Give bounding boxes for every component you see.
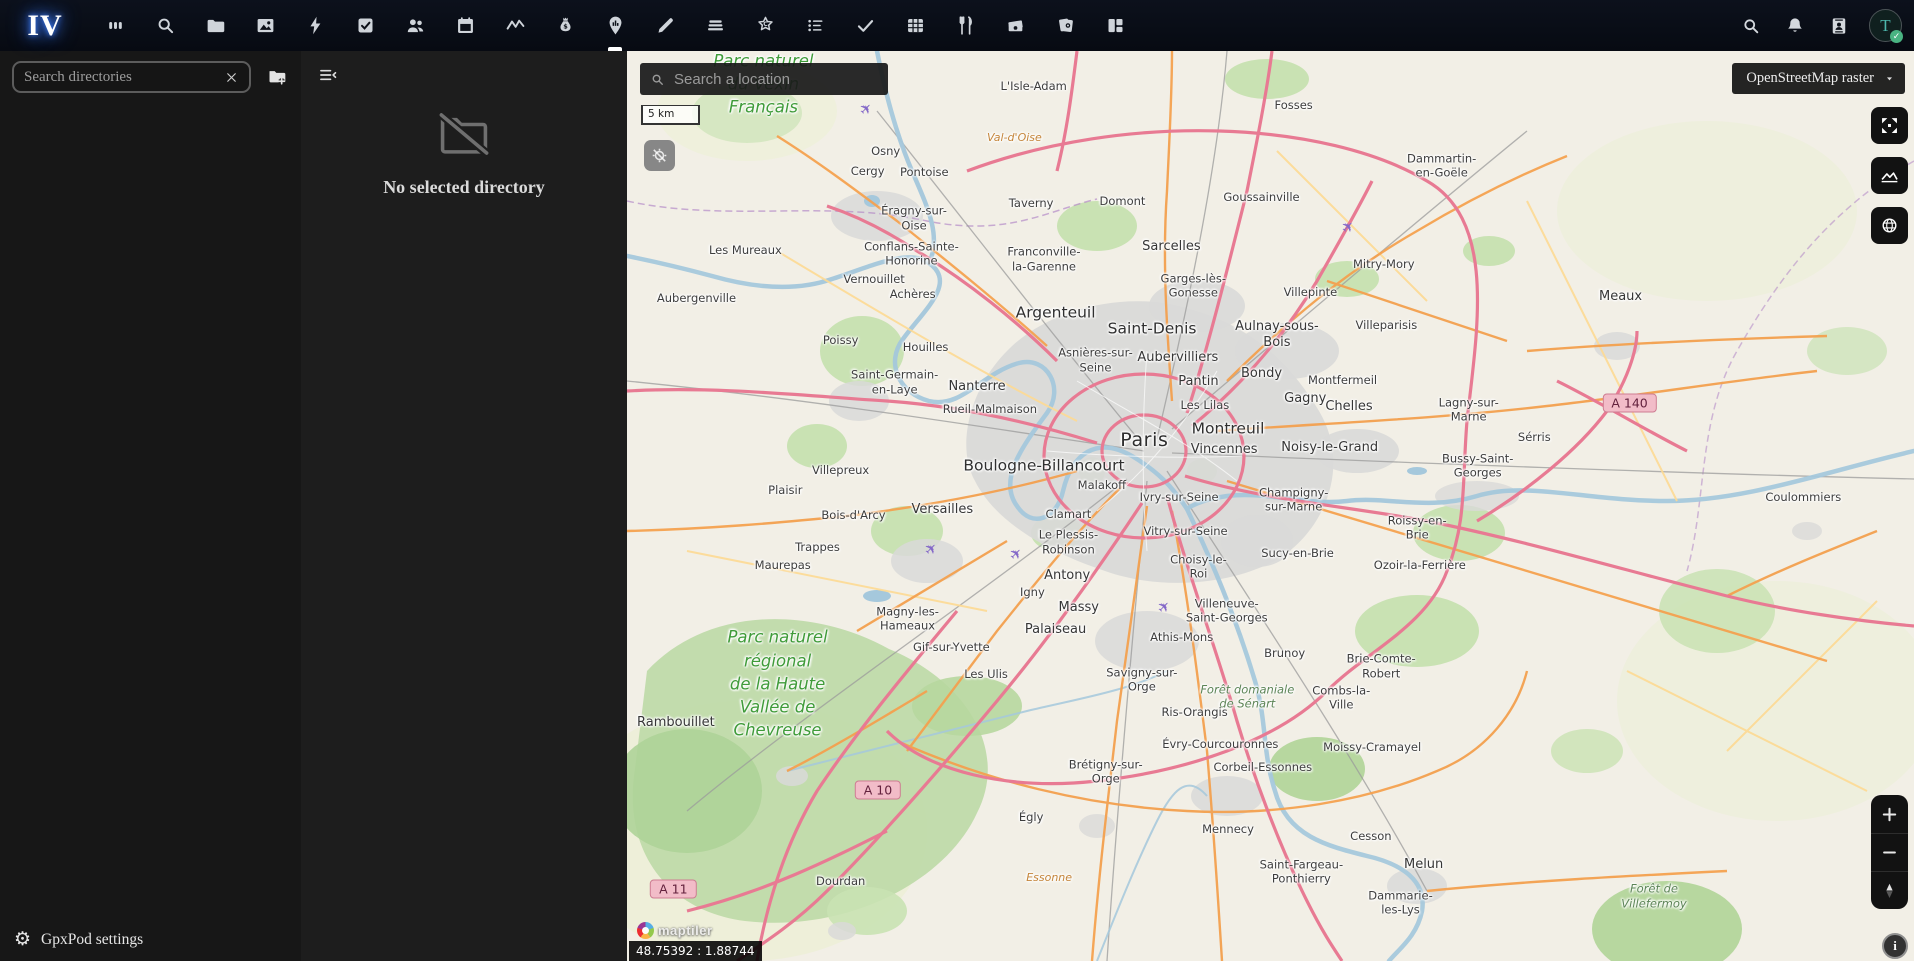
- active-app-indicator: [658, 47, 672, 51]
- active-app-indicator: [1058, 47, 1072, 51]
- active-app-indicator: [158, 47, 172, 51]
- app-memories-icon[interactable]: [1040, 0, 1090, 51]
- app-dashboard-icon[interactable]: [90, 0, 140, 51]
- active-app-indicator: [608, 47, 622, 51]
- app-photos-icon[interactable]: [240, 0, 290, 51]
- app-cookbook-icon[interactable]: [940, 0, 990, 51]
- active-app-indicator: [858, 47, 872, 51]
- app-tasks-icon[interactable]: [340, 0, 390, 51]
- add-directory-icon[interactable]: [261, 61, 293, 93]
- topbar-right: T ✓: [1729, 0, 1914, 51]
- active-app-indicator: [208, 47, 222, 51]
- collapse-sidebar-icon[interactable]: [315, 63, 341, 89]
- app-deck-icon[interactable]: [690, 0, 740, 51]
- zoom-out-icon[interactable]: [1871, 833, 1908, 871]
- gpxpod-settings-button[interactable]: ⚙ GpxPod settings: [0, 918, 301, 961]
- gear-icon: ⚙: [14, 930, 31, 949]
- map-tiles: [627, 51, 1914, 961]
- active-app-indicator: [458, 47, 472, 51]
- map-location-search: [640, 63, 888, 95]
- active-app-indicator: [358, 47, 372, 51]
- location-search-input[interactable]: [674, 71, 878, 88]
- active-app-indicator: [408, 47, 422, 51]
- active-app-indicator: [958, 47, 972, 51]
- app-files-icon[interactable]: [190, 0, 240, 51]
- no-directory-icon: [435, 109, 493, 159]
- globe-3d-icon[interactable]: [1871, 207, 1908, 244]
- online-status-badge: ✓: [1890, 30, 1903, 43]
- empty-state: No selected directory: [301, 109, 627, 198]
- app-logo[interactable]: IV: [0, 9, 90, 43]
- map-area[interactable]: Parc naturel du Vexin FrançaisVal-d'Oise…: [627, 51, 1914, 961]
- directory-search-input[interactable]: [24, 69, 221, 86]
- app-search-icon[interactable]: [140, 0, 190, 51]
- layer-selected-label: OpenStreetMap raster: [1746, 70, 1874, 87]
- directory-panel: No selected directory: [301, 51, 627, 961]
- topbar: IV T ✓: [0, 0, 1914, 51]
- user-avatar[interactable]: T ✓: [1869, 9, 1902, 42]
- app-money-icon[interactable]: [990, 0, 1040, 51]
- zoom-in-icon[interactable]: [1871, 795, 1908, 833]
- app-check-icon[interactable]: [840, 0, 890, 51]
- active-app-indicator: [808, 47, 822, 51]
- app-analytics-icon[interactable]: [490, 0, 540, 51]
- app-calendar-icon[interactable]: [440, 0, 490, 51]
- zoom-controls: [1871, 795, 1908, 909]
- fullscreen-icon[interactable]: [1871, 107, 1908, 144]
- active-app-indicator: [558, 47, 572, 51]
- app-menu: [90, 0, 1140, 51]
- search-icon: [650, 72, 665, 87]
- active-app-indicator: [308, 47, 322, 51]
- active-app-indicator: [258, 47, 272, 51]
- active-app-indicator: [1008, 47, 1022, 51]
- app-activity-icon[interactable]: [290, 0, 340, 51]
- empty-state-title: No selected directory: [383, 177, 545, 198]
- app-window: IV T ✓ ⚙ GpxPod setting: [0, 0, 1914, 961]
- contacts-menu-icon[interactable]: [1817, 0, 1861, 51]
- active-app-indicator: [108, 47, 122, 51]
- maptiler-logo-icon: [637, 922, 654, 939]
- locate-me-icon[interactable]: [644, 140, 675, 171]
- sidebar: ⚙ GpxPod settings: [0, 51, 301, 961]
- chevron-down-icon: [1884, 73, 1895, 84]
- app-notes-icon[interactable]: [640, 0, 690, 51]
- app-list-icon[interactable]: [790, 0, 840, 51]
- map-scale-bar: 5 km: [641, 105, 700, 125]
- elevation-profile-icon[interactable]: [1871, 157, 1908, 194]
- active-app-indicator: [508, 47, 522, 51]
- active-app-indicator: [908, 47, 922, 51]
- cursor-coordinates: 48.75392 : 1.88744: [629, 941, 762, 961]
- app-tables-icon[interactable]: [890, 0, 940, 51]
- maptiler-wordmark: maptiler: [658, 923, 713, 938]
- app-boards-icon[interactable]: [1090, 0, 1140, 51]
- active-app-indicator: [708, 47, 722, 51]
- attribution-info-icon[interactable]: i: [1882, 933, 1908, 959]
- gpxpod-settings-label: GpxPod settings: [41, 931, 143, 949]
- maptiler-attribution[interactable]: maptiler: [637, 922, 713, 939]
- layer-selector-dropdown[interactable]: OpenStreetMap raster: [1732, 63, 1905, 94]
- directory-search: [12, 61, 251, 93]
- app-contacts-icon[interactable]: [390, 0, 440, 51]
- compass-reset-icon[interactable]: [1871, 871, 1908, 909]
- active-app-indicator: [1108, 47, 1122, 51]
- app-recognize-icon[interactable]: [740, 0, 790, 51]
- notifications-bell-icon[interactable]: [1773, 0, 1817, 51]
- active-app-indicator: [758, 47, 772, 51]
- unified-search-icon[interactable]: [1729, 0, 1773, 51]
- app-gpxpod-icon[interactable]: [590, 0, 640, 51]
- app-cospend-icon[interactable]: [540, 0, 590, 51]
- clear-search-icon[interactable]: [221, 67, 241, 87]
